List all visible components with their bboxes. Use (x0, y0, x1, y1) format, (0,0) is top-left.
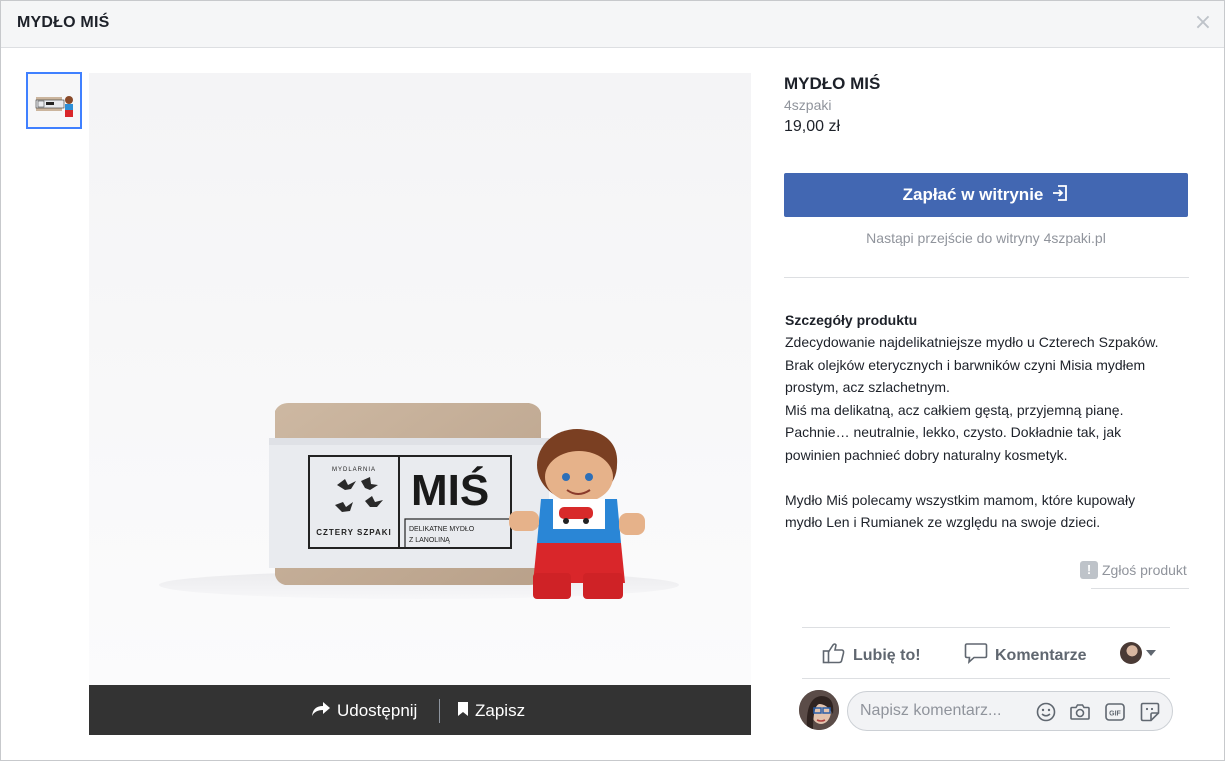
comment-label: Komentarze (995, 646, 1087, 664)
description-line: prostym, acz szlachetnym. (785, 379, 950, 395)
description-line: Zdecydowanie najdelikatniejsze mydło u C… (785, 334, 1159, 350)
divider (784, 277, 1189, 278)
bookmark-icon (457, 701, 469, 722)
comment-composer: GIF (847, 691, 1173, 731)
divider (1091, 588, 1189, 589)
modal-header: MYDŁO MIŚ × (1, 1, 1224, 48)
share-label: Udostępnij (337, 701, 418, 720)
thumbnail-image (28, 74, 80, 127)
photo-action-bar: Udostępnij Zapisz (89, 685, 751, 735)
box-brand-arc: MYDLARNIA (332, 467, 376, 473)
report-product-link[interactable]: ! Zgłoś produkt (1080, 561, 1187, 579)
external-link-icon (1051, 184, 1069, 207)
bar-divider (439, 699, 440, 723)
like-label: Lubię to! (853, 646, 921, 664)
emoji-icon[interactable] (1035, 701, 1057, 723)
product-title: MYDŁO MIŚ (784, 74, 881, 93)
like-button[interactable]: Lubię to! (822, 642, 921, 669)
close-icon[interactable]: × (1192, 12, 1214, 34)
description-line: Mydło Miś polecamy wszystkim mamom, któr… (785, 491, 1136, 508)
svg-text:GIF: GIF (1109, 711, 1121, 718)
description-line: Miś ma delikatną, acz całkiem gęstą, prz… (785, 401, 1124, 418)
modal-title: MYDŁO MIŚ (17, 14, 110, 31)
comment-button[interactable]: Komentarze (964, 642, 1087, 669)
box-product-name: MIŚ (411, 465, 489, 515)
like-icon (822, 642, 846, 669)
redirect-note: Nastąpi przejście do witryny 4szpaki.pl (866, 230, 1106, 246)
details-heading: Szczegóły produktu (785, 312, 918, 328)
comment-icon (964, 642, 988, 669)
camera-icon[interactable] (1069, 701, 1091, 723)
sticker-icon[interactable] (1139, 701, 1161, 723)
description-gap (785, 466, 1190, 489)
save-button[interactable]: Zapisz (457, 700, 525, 722)
comment-input[interactable] (860, 692, 1030, 730)
avatar (1120, 642, 1142, 664)
pay-on-website-button[interactable]: Zapłać w witrynie (784, 173, 1188, 217)
product-photo: MYDLARNIA CZTERY SZPAKI MIŚ DELIKATNE MY… (89, 73, 751, 685)
product-thumbnail[interactable] (26, 72, 82, 129)
description-line: mydło Len i Rumianek ze względu na swoje… (785, 514, 1101, 530)
gif-icon[interactable]: GIF (1104, 701, 1126, 723)
box-subtitle-1: DELIKATNE MYDŁO (409, 526, 475, 533)
description-line: Pachnie… neutralnie, lekko, czysto. Dokł… (785, 424, 1122, 440)
reaction-bar: Lubię to! Komentarze (802, 627, 1170, 679)
product-description: Zdecydowanie najdelikatniejsze mydło u C… (785, 331, 1190, 534)
share-icon (311, 700, 331, 723)
description-line: Brak olejków eterycznych i barwników czy… (785, 356, 1146, 373)
identity-selector[interactable] (1120, 642, 1156, 664)
product-image: MYDLARNIA CZTERY SZPAKI MIŚ DELIKATNE MY… (159, 403, 679, 599)
seller-link[interactable]: 4szpaki (784, 97, 831, 113)
chevron-down-icon (1146, 650, 1156, 656)
box-subtitle-2: Z LANOLINĄ (409, 537, 450, 544)
product-price: 19,00 zł (784, 118, 841, 135)
report-icon: ! (1080, 561, 1098, 579)
save-label: Zapisz (475, 701, 526, 720)
share-button[interactable]: Udostępnij (311, 700, 417, 722)
avatar (799, 690, 839, 730)
report-label: Zgłoś produkt (1102, 562, 1187, 578)
pay-button-label: Zapłać w witrynie (902, 185, 1044, 204)
description-line: powinien pachnieć dobry naturalny kosmet… (785, 446, 1068, 463)
box-brand-name: CZTERY SZPAKI (316, 528, 392, 537)
